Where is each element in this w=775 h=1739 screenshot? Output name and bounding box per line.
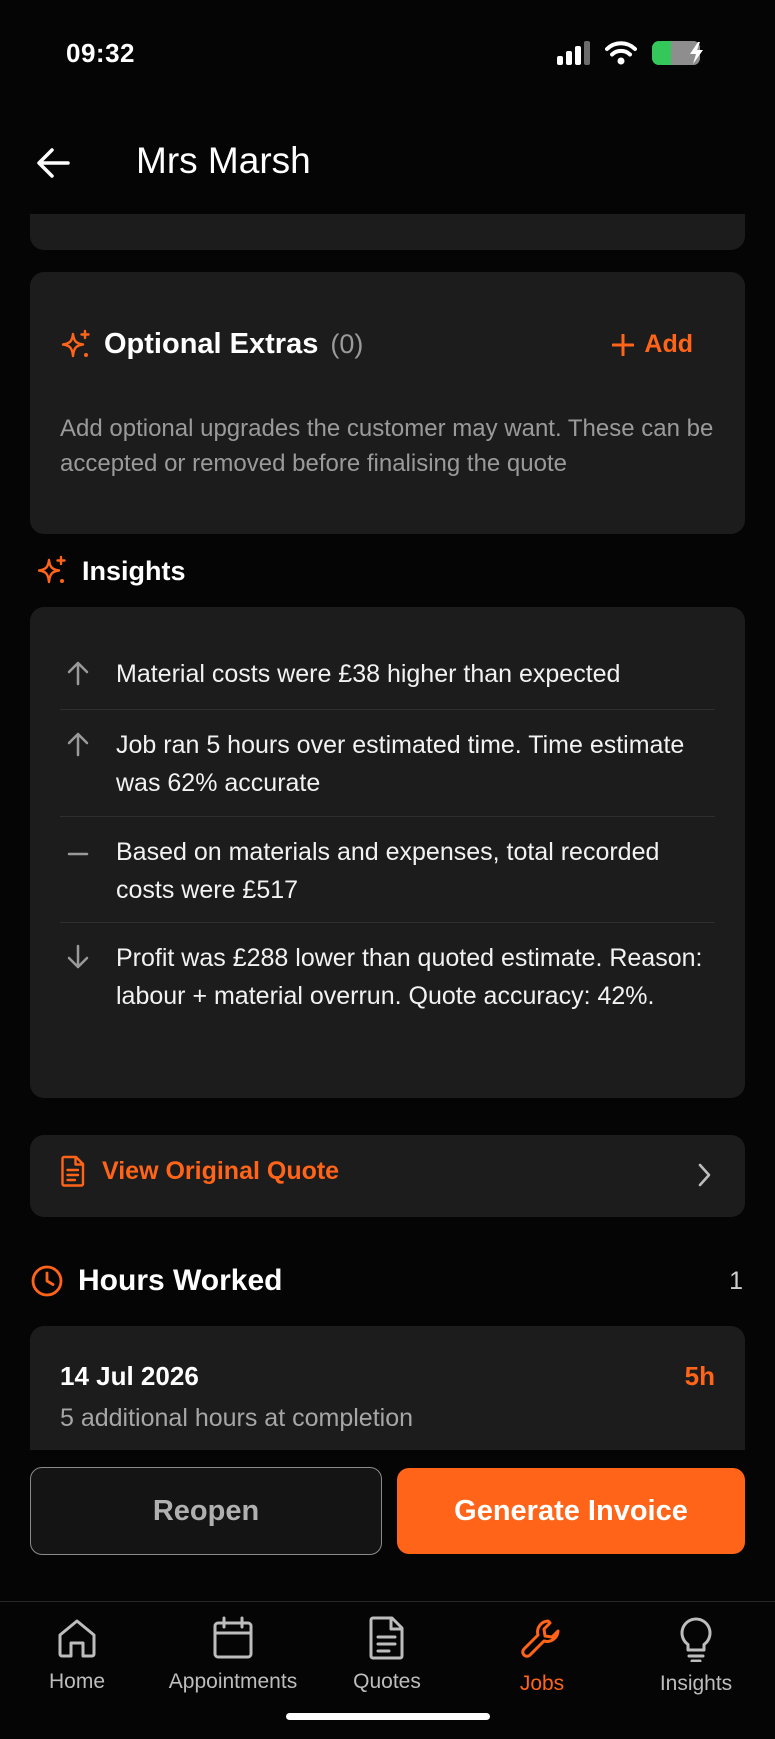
view-original-quote-label: View Original Quote	[102, 1156, 340, 1185]
optional-extras-title: Optional Extras	[104, 328, 319, 360]
home-indicator[interactable]	[286, 1713, 490, 1720]
header: Mrs Marsh	[0, 110, 775, 214]
hours-worked-title: Hours Worked	[78, 1264, 283, 1297]
tab-insights[interactable]: Insights	[621, 1616, 771, 1696]
divider	[60, 709, 715, 710]
document-icon	[61, 1155, 85, 1187]
optional-extras-header: Optional Extras (0)	[60, 328, 363, 361]
sparkles-icon	[37, 555, 66, 584]
action-bar: Reopen Generate Invoice	[0, 1450, 775, 1601]
hours-entry-hours: 5h	[684, 1361, 715, 1391]
divider	[60, 816, 715, 817]
hours-entry[interactable]: 14 Jul 2026 5h 5 additional hours at com…	[30, 1326, 745, 1450]
lightbulb-icon	[680, 1617, 712, 1662]
tab-label: Appointments	[168, 1670, 298, 1693]
insight-item: Based on materials and expenses, total r…	[60, 833, 715, 909]
status-icons	[557, 40, 713, 66]
tab-appointments[interactable]: Appointments	[158, 1616, 308, 1694]
optional-extras-count: (0)	[330, 329, 364, 359]
hours-worked-heading: Hours Worked 1	[30, 1264, 745, 1298]
tab-home[interactable]: Home	[2, 1616, 152, 1694]
insight-text: Material costs were £38 higher than expe…	[116, 660, 621, 688]
wifi-icon	[605, 41, 637, 65]
insight-text: Job ran 5 hours over estimated time. Tim…	[116, 731, 685, 797]
arrow-up-icon	[60, 655, 116, 693]
status-bar: 09:32	[0, 0, 775, 110]
hours-entry-date: 14 Jul 2026	[60, 1361, 199, 1391]
back-button[interactable]	[30, 140, 76, 186]
clock-icon	[31, 1265, 63, 1297]
status-time: 09:32	[66, 38, 135, 68]
insight-text: Based on materials and expenses, total r…	[116, 838, 660, 904]
insights-heading-text: Insights	[82, 555, 186, 586]
insight-item: Job ran 5 hours over estimated time. Tim…	[60, 726, 715, 802]
hours-worked-count: 1	[729, 1266, 743, 1295]
tab-quotes[interactable]: Quotes	[312, 1616, 462, 1694]
insight-item: Material costs were £38 higher than expe…	[60, 655, 715, 693]
minus-icon	[60, 833, 116, 909]
tab-label: Insights	[659, 1672, 733, 1695]
chevron-right-icon	[697, 1161, 713, 1194]
insights-card: Material costs were £38 higher than expe…	[30, 607, 745, 1098]
insight-item: Profit was £288 lower than quoted estima…	[60, 939, 715, 1015]
arrow-down-icon	[60, 939, 116, 1015]
insights-heading: Insights	[36, 555, 186, 587]
optional-extras-card: Optional Extras (0) Add Add optional upg…	[30, 272, 745, 534]
divider	[60, 922, 715, 923]
add-optional-extra-button[interactable]: Add	[612, 330, 693, 359]
home-icon	[58, 1619, 96, 1658]
document-icon	[369, 1616, 404, 1660]
wrench-icon	[521, 1619, 560, 1658]
optional-extras-description: Add optional upgrades the customer may w…	[60, 415, 714, 477]
insight-text: Profit was £288 lower than quoted estima…	[116, 944, 703, 1010]
signal-icon	[557, 41, 590, 65]
arrow-up-icon	[60, 726, 116, 802]
tab-jobs[interactable]: Jobs	[467, 1616, 617, 1696]
calendar-icon	[213, 1616, 253, 1659]
view-original-quote-button[interactable]: View Original Quote	[30, 1135, 745, 1217]
tab-label: Jobs	[519, 1672, 565, 1695]
generate-invoice-button[interactable]: Generate Invoice	[397, 1468, 745, 1554]
tab-label: Home	[48, 1670, 106, 1693]
page-title: Mrs Marsh	[136, 140, 311, 181]
hours-entry-note: 5 additional hours at completion	[60, 1404, 414, 1432]
arrow-left-icon	[37, 148, 70, 178]
view-original-quote-row: View Original Quote	[60, 1155, 339, 1187]
plus-icon	[612, 333, 635, 356]
sparkles-icon	[61, 329, 90, 357]
tab-label: Quotes	[353, 1670, 421, 1693]
battery-charging-icon	[652, 41, 703, 65]
reopen-button[interactable]: Reopen	[30, 1467, 382, 1555]
add-label: Add	[644, 330, 693, 358]
